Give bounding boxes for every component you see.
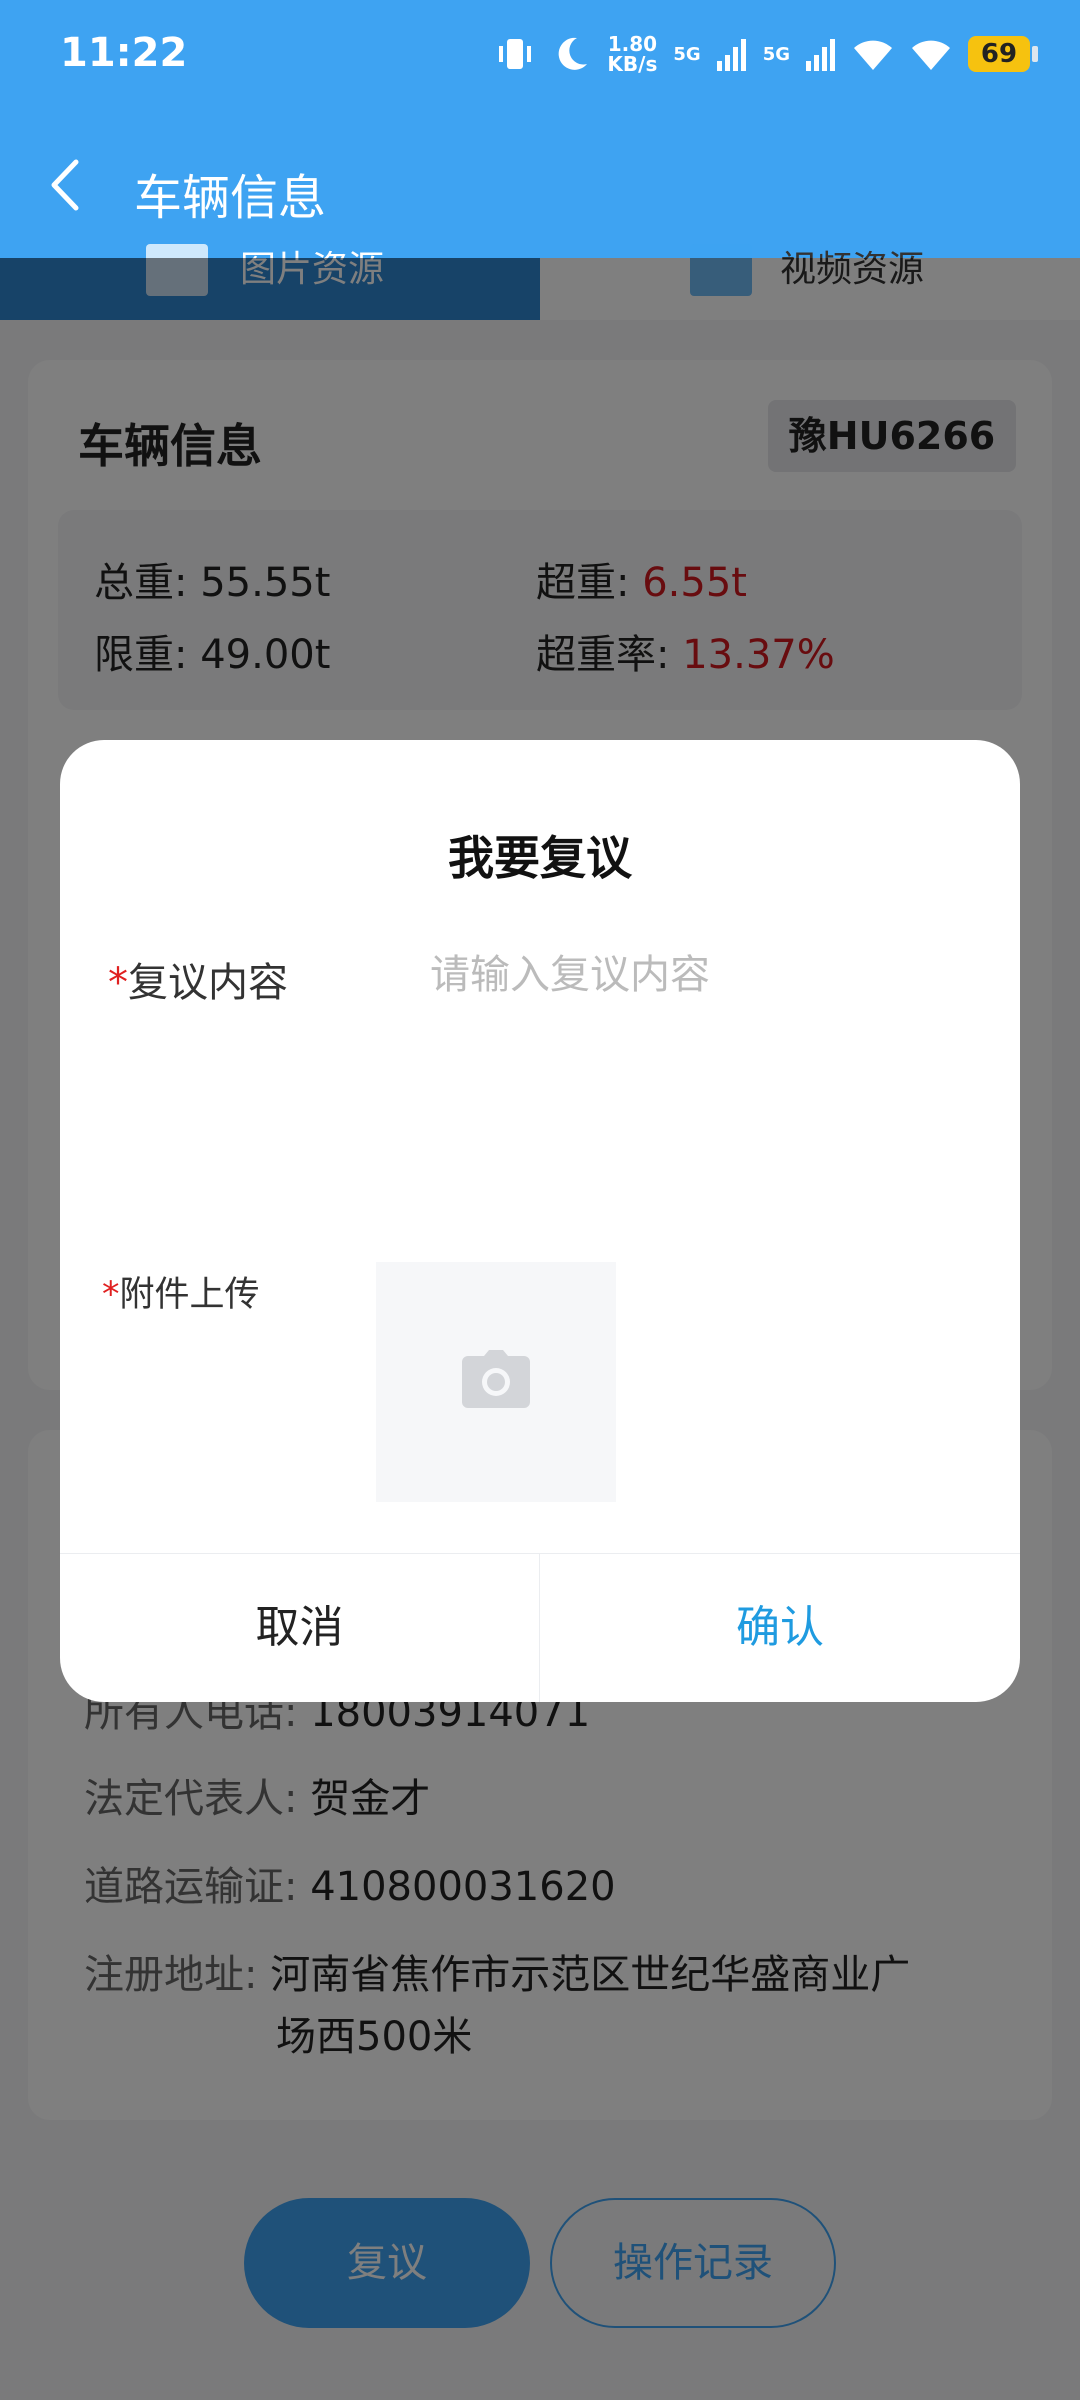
review-content-label: *复议内容 [108,960,288,1006]
dialog-title: 我要复议 [448,831,632,885]
vibrate-icon [499,39,532,69]
review-content-input[interactable] [428,940,972,1194]
review-dialog: 我要复议 *复议内容 *附件上传 取消 确认 [60,740,1020,1702]
do-not-disturb-moon-icon [559,37,588,70]
network-type-2: 5G [762,43,790,65]
status-time: 11:22 [60,30,188,76]
back-button[interactable] [40,150,100,220]
page-title: 车辆信息 [134,170,327,226]
signal-icon-2 [806,39,835,71]
chevron-left-icon [51,159,79,211]
network-speed: 1.80 KB/s [607,32,658,76]
title-bar: 车辆信息 [0,120,1080,258]
attachment-upload-box[interactable] [376,1262,616,1502]
required-mark: * [102,1275,120,1315]
wifi-icon [854,40,892,70]
status-icons: 1.80 KB/s 5G 5G 69 [495,32,1038,76]
signal-icon [716,39,746,71]
battery-icon: 69 [968,36,1038,72]
network-type-1: 5G [673,43,701,65]
attachment-label: *附件上传 [102,1275,260,1315]
cancel-button[interactable]: 取消 [60,1554,539,1702]
required-mark: * [108,960,128,1006]
confirm-button[interactable]: 确认 [540,1554,1020,1702]
wifi-icon-2 [912,40,950,70]
status-bar: 11:22 1.80 KB/s 5G 5G 69 [0,0,1080,120]
camera-icon [462,1350,530,1408]
